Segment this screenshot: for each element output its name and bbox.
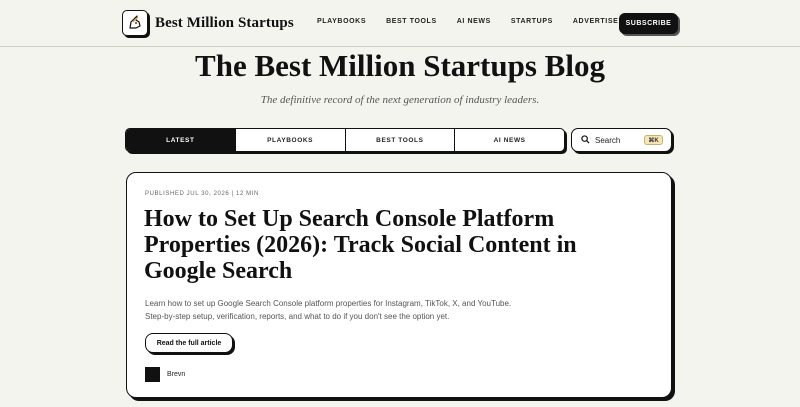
avatar: [145, 367, 160, 382]
nav-ai-news[interactable]: AI NEWS: [457, 18, 491, 25]
author-name: Brevn: [167, 371, 186, 378]
tab-latest[interactable]: LATEST: [126, 129, 236, 151]
article-meta: PUBLISHED JUL 30, 2026 | 12 MIN: [145, 191, 259, 197]
nav-advertise[interactable]: ADVERTISE: [573, 18, 618, 25]
article-excerpt: Learn how to set up Google Search Consol…: [145, 297, 585, 323]
search-icon: [581, 131, 590, 149]
author[interactable]: Brevn: [145, 367, 185, 382]
brand-name: Best Million Startups: [155, 14, 294, 31]
unicorn-logo-icon: [122, 10, 148, 36]
featured-article-card: PUBLISHED JUL 30, 2026 | 12 MIN How to S…: [126, 172, 672, 398]
shortcut-badge: ⌘K: [644, 135, 663, 145]
nav-best-tools[interactable]: BEST TOOLS: [386, 18, 437, 25]
nav-startups[interactable]: STARTUPS: [511, 18, 553, 25]
search-label: Search: [595, 135, 621, 145]
subscribe-button[interactable]: SUBSCRIBE: [619, 13, 678, 34]
tab-ai-news[interactable]: AI NEWS: [455, 129, 564, 151]
article-title[interactable]: How to Set Up Search Console Platform Pr…: [144, 206, 644, 284]
top-nav: PLAYBOOKS BEST TOOLS AI NEWS STARTUPS AD…: [317, 18, 638, 25]
page-subtitle: The definitive record of the next genera…: [260, 94, 540, 106]
tab-playbooks[interactable]: PLAYBOOKS: [236, 129, 346, 151]
page-title: The Best Million Startups Blog: [195, 48, 605, 83]
nav-playbooks[interactable]: PLAYBOOKS: [317, 18, 366, 25]
search-box[interactable]: Search ⌘K: [571, 128, 672, 152]
tab-best-tools[interactable]: BEST TOOLS: [346, 129, 456, 151]
brand[interactable]: Best Million Startups: [122, 10, 294, 36]
article-excerpt-line-2: Step-by-step setup, verification, report…: [145, 312, 450, 321]
article-excerpt-line-1: Learn how to set up Google Search Consol…: [145, 299, 512, 308]
top-header: Best Million Startups PLAYBOOKS BEST TOO…: [0, 0, 800, 47]
read-article-button[interactable]: Read the full article: [145, 333, 233, 353]
category-tabs: LATEST PLAYBOOKS BEST TOOLS AI NEWS: [125, 128, 565, 152]
